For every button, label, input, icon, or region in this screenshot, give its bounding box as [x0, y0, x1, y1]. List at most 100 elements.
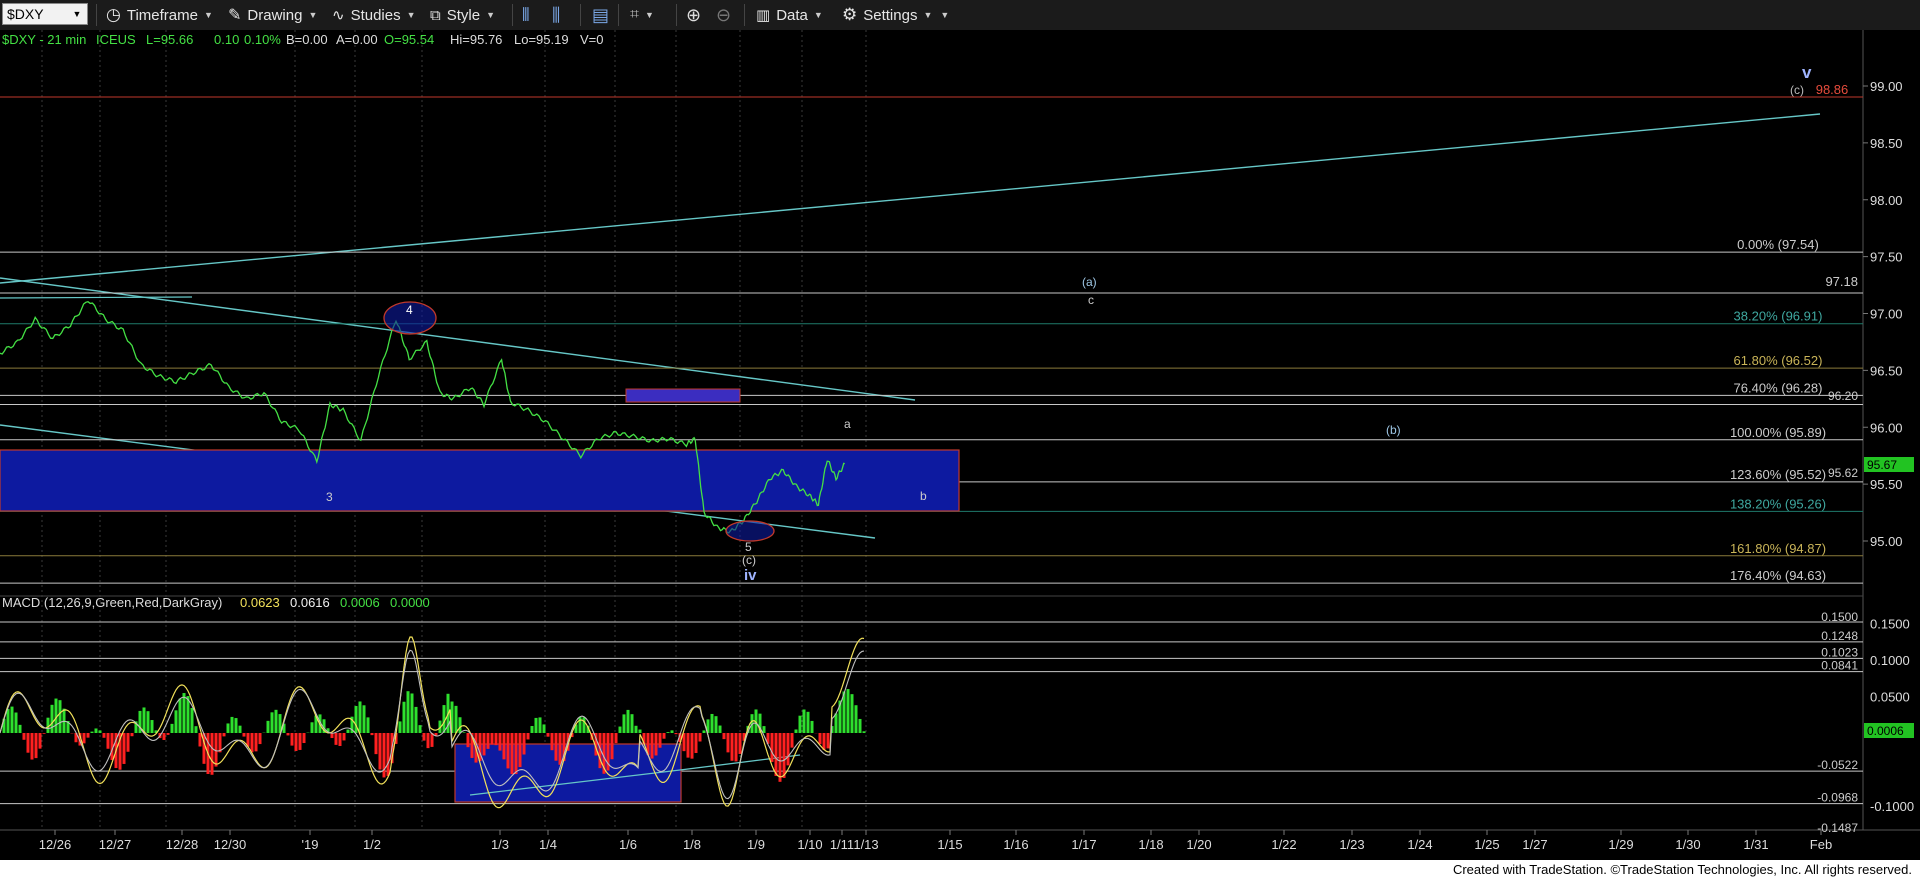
chevron-down-icon: ▼: [308, 10, 318, 20]
date-axis-label: 1/16: [1003, 837, 1028, 852]
resistance-zone-box: [625, 388, 741, 403]
bar-spacing-narrow-icon[interactable]: ⫴: [522, 0, 530, 30]
wave-label-3: 3: [326, 490, 333, 504]
studies-label: Studies: [350, 6, 401, 24]
price-axis-label: 99.00: [1870, 79, 1903, 94]
symbol-input[interactable]: $DXY ▼: [2, 3, 88, 25]
date-axis-label: 1/3: [491, 837, 509, 852]
level-label-9718: 97.18: [1825, 274, 1858, 289]
legend-change: 0.10: [214, 32, 239, 47]
support-zone-box: [0, 449, 960, 512]
date-axis-label: 12/28: [166, 837, 199, 852]
fib-level-label: 176.40% (94.63): [1730, 568, 1826, 583]
macd-legend-v2: 0.0616: [290, 595, 330, 610]
red-line-label: 98.86: [1816, 82, 1849, 97]
level-label-9620: 96.20: [1828, 389, 1858, 403]
zoom-in-icon[interactable]: ⊕: [686, 0, 701, 30]
price-axis-label: 98.00: [1870, 193, 1903, 208]
date-axis-label: 12/30: [214, 837, 247, 852]
price-axis-label: 96.50: [1870, 363, 1903, 378]
legend-open: O=95.54: [384, 32, 434, 47]
chevron-down-icon: ▼: [813, 10, 823, 20]
macd-axis-label: 0.1500: [1870, 617, 1910, 632]
macd-level-label: 0.1500: [1821, 610, 1858, 624]
date-axis-label: 1/25: [1474, 837, 1499, 852]
macd-legend-v1: 0.0623: [240, 595, 280, 610]
fib-level-label: 161.80% (94.87): [1730, 541, 1826, 556]
date-axis-label: 1/27: [1522, 837, 1547, 852]
date-axis-label: 1/4: [539, 837, 557, 852]
gear-icon: ⚙: [842, 5, 858, 24]
chevron-down-icon: ▼: [486, 10, 495, 20]
data-menu[interactable]: ▥ Data ▼: [756, 0, 823, 30]
style-menu[interactable]: ⧉ Style ▼: [430, 0, 495, 30]
bar-chart-icon: ▥: [756, 7, 771, 24]
date-axis-label: 1/20: [1186, 837, 1211, 852]
date-axis-label: 1/23: [1339, 837, 1364, 852]
timeframe-menu[interactable]: ◷ Timeframe ▼: [106, 0, 213, 30]
legend-hi: Hi=95.76: [450, 32, 502, 47]
legend-pct: 0.10%: [244, 32, 281, 47]
style-icon: ⧉: [430, 6, 441, 24]
macd-legend-v3: 0.0006: [340, 595, 380, 610]
price-axis-label: 97.50: [1870, 250, 1903, 265]
date-axis-label: 1/10: [797, 837, 822, 852]
date-axis-label: '19: [302, 837, 319, 852]
wave-label-a-paren: (a): [1082, 275, 1097, 289]
date-axis-label: 1/31: [1743, 837, 1768, 852]
chevron-down-icon: ▼: [406, 10, 416, 20]
macd-level-label: 0.0841: [1821, 659, 1858, 673]
macd-level-label: -0.0522: [1817, 758, 1858, 772]
studies-menu[interactable]: ∿ Studies ▼: [332, 0, 416, 30]
zoom-out-icon[interactable]: ⊖: [716, 0, 731, 30]
toolbar-divider: [580, 4, 581, 26]
macd-level-label: 0.1248: [1821, 629, 1858, 643]
fib-level-label: 138.20% (95.26): [1730, 496, 1826, 511]
toolbar-divider: [96, 4, 97, 26]
date-axis-label: 1/2: [363, 837, 381, 852]
date-axis-label: 12/26: [39, 837, 72, 852]
toolbar-divider: [744, 4, 745, 26]
macd-axis-label: 0.0500: [1870, 690, 1910, 705]
toolbar: $DXY ▼ ◷ Timeframe ▼ ✎ Drawing ▼ ∿ Studi…: [0, 0, 1920, 31]
date-axis-label: 1/17: [1071, 837, 1096, 852]
legend-last: L=95.66: [146, 32, 193, 47]
legend-lo: Lo=95.19: [514, 32, 569, 47]
macd-axis-label: 0.1000: [1870, 653, 1910, 668]
level-label-9562: 95.62: [1828, 466, 1858, 480]
macd-level-label: 0.1023: [1821, 645, 1858, 659]
bar-spacing-wide-icon[interactable]: ⫼: [552, 0, 560, 30]
chevron-down-icon[interactable]: ▼: [69, 5, 85, 23]
chart-area[interactable]: 0.00% (97.54) 38.20% (96.91) 61.80% (96.52…: [0, 30, 1920, 860]
macd-level-label: -0.0968: [1817, 791, 1858, 805]
fib-level-label: 123.60% (95.52): [1730, 467, 1826, 482]
clock-icon: ◷: [106, 5, 121, 24]
price-axis-label: 96.00: [1870, 420, 1903, 435]
legend-symbol: $DXY - 21 min: [2, 32, 86, 47]
legend-bid: B=0.00: [286, 32, 328, 47]
date-axis-label: 1/30: [1675, 837, 1700, 852]
wave-label-b: b: [920, 489, 927, 503]
wave5-marker-ellipse: [725, 520, 775, 542]
toolbar-divider: [512, 4, 513, 26]
date-axis-label: 12/27: [99, 837, 132, 852]
crosshair-icon[interactable]: ⌗ ▼: [630, 0, 654, 30]
date-axis-label: 1/13: [853, 837, 878, 852]
legend-ask: A=0.00: [336, 32, 378, 47]
drawing-menu[interactable]: ✎ Drawing ▼: [228, 0, 317, 30]
settings-menu[interactable]: ⚙ Settings ▼ ▼: [842, 0, 949, 30]
fib-level-label: 76.40% (96.28): [1734, 380, 1823, 395]
macd-level-label: -0.1487: [1817, 821, 1858, 835]
settings-label: Settings: [863, 6, 918, 24]
pencil-icon: ✎: [228, 7, 242, 24]
macd-legend: MACD (12,26,9,Green,Red,DarkGray) 0.0623…: [2, 595, 430, 610]
fib-level-label: 61.80% (96.52): [1734, 353, 1823, 368]
date-axis-label: 1/9: [747, 837, 765, 852]
date-axis-label: 1/22: [1271, 837, 1296, 852]
drawing-label: Drawing: [247, 6, 303, 24]
wave-label-iv: iv: [744, 567, 757, 584]
legend-exchange: ICEUS: [96, 32, 136, 47]
footer-credit: Created with TradeStation. ©TradeStation…: [1452, 862, 1912, 877]
price-axis-label: 95.50: [1870, 477, 1903, 492]
window-layout-icon[interactable]: ▤: [592, 0, 609, 30]
